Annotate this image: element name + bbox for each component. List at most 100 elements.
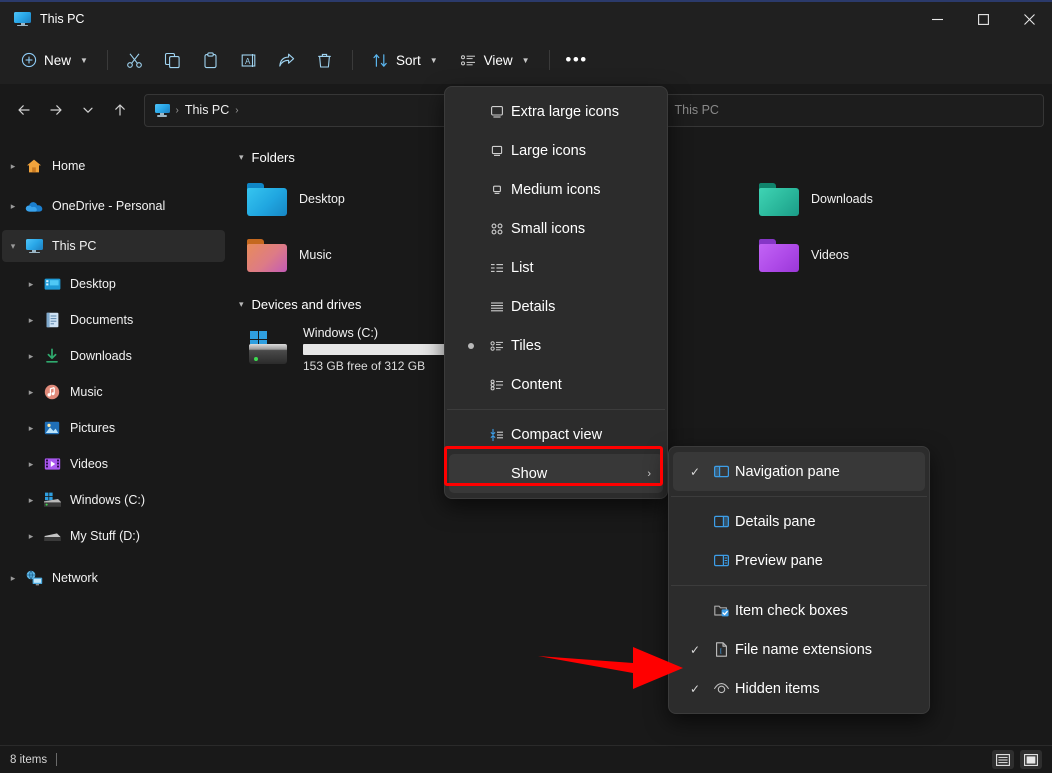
menu-item-tiles[interactable]: Tiles bbox=[449, 326, 663, 365]
status-bar-right bbox=[992, 750, 1042, 769]
chevron-right-icon[interactable]: ▸ bbox=[20, 531, 42, 542]
title-bar-left: This PC bbox=[0, 12, 84, 27]
breadcrumb-separator-2[interactable]: › bbox=[235, 105, 238, 116]
sidebar-item-videos[interactable]: ▸ Videos bbox=[2, 448, 225, 480]
drive-icon bbox=[42, 530, 62, 543]
rename-button[interactable]: A bbox=[230, 44, 268, 76]
svg-text:A: A bbox=[245, 56, 251, 65]
forward-button[interactable] bbox=[40, 94, 72, 126]
menu-separator bbox=[447, 409, 665, 410]
show-submenu[interactable]: ✓ Navigation pane Details pane Preview p… bbox=[668, 446, 930, 714]
window-controls bbox=[914, 2, 1052, 36]
chevron-right-icon[interactable]: ▸ bbox=[2, 161, 24, 172]
large-icons-icon bbox=[483, 143, 511, 159]
command-bar: New ▼ A bbox=[0, 36, 1052, 84]
menu-item-label: Hidden items bbox=[735, 681, 915, 697]
menu-item-details-pane[interactable]: Details pane bbox=[673, 502, 925, 541]
minimize-button[interactable] bbox=[914, 2, 960, 36]
navigation-pane-icon bbox=[707, 463, 735, 480]
chevron-down-icon[interactable]: ▾ bbox=[239, 152, 244, 163]
chevron-right-icon[interactable]: ▸ bbox=[20, 459, 42, 470]
menu-item-extra-large-icons[interactable]: Extra large icons bbox=[449, 92, 663, 131]
menu-item-show[interactable]: Show › bbox=[449, 454, 663, 493]
chevron-right-icon[interactable]: ▸ bbox=[20, 351, 42, 362]
menu-item-label: Extra large icons bbox=[511, 104, 653, 120]
status-bar-left: 8 items bbox=[10, 753, 57, 766]
menu-item-small-icons[interactable]: Small icons bbox=[449, 209, 663, 248]
chevron-right-icon[interactable]: ▸ bbox=[2, 573, 24, 584]
pictures-icon bbox=[42, 421, 62, 435]
share-button[interactable] bbox=[268, 44, 306, 76]
network-icon bbox=[24, 570, 44, 586]
breadcrumb-separator: › bbox=[176, 105, 179, 116]
recent-locations-button[interactable] bbox=[72, 94, 104, 126]
chevron-down-icon[interactable]: ▾ bbox=[2, 241, 24, 252]
delete-button[interactable] bbox=[306, 44, 344, 76]
sidebar-item-downloads[interactable]: ▸ Downloads bbox=[2, 340, 225, 372]
window-title: This PC bbox=[40, 12, 84, 26]
view-dropdown-menu[interactable]: Extra large icons Large icons Medium ico… bbox=[444, 86, 668, 499]
videos-icon bbox=[42, 457, 62, 471]
search-input[interactable]: This PC bbox=[675, 103, 719, 117]
menu-item-hidden-items[interactable]: ✓ Hidden items bbox=[673, 669, 925, 708]
chevron-right-icon[interactable]: ▸ bbox=[20, 279, 42, 290]
chevron-right-icon[interactable]: ▸ bbox=[20, 423, 42, 434]
tile-item[interactable]: Downloads bbox=[753, 171, 1011, 227]
view-button[interactable]: View ▼ bbox=[449, 44, 541, 76]
sort-button[interactable]: Sort ▼ bbox=[361, 44, 449, 76]
chevron-right-icon[interactable]: ▸ bbox=[20, 315, 42, 326]
extra-large-icons-icon bbox=[483, 104, 511, 120]
menu-item-large-icons[interactable]: Large icons bbox=[449, 131, 663, 170]
paste-button[interactable] bbox=[192, 44, 230, 76]
search-box[interactable]: This PC bbox=[664, 94, 1045, 127]
menu-item-compact-view[interactable]: Compact view bbox=[449, 415, 663, 454]
chevron-down-icon[interactable]: ▾ bbox=[239, 299, 244, 310]
sidebar-item-documents[interactable]: ▸ Documents bbox=[2, 304, 225, 336]
rename-icon: A bbox=[240, 52, 257, 69]
content-icon bbox=[483, 377, 511, 393]
up-button[interactable] bbox=[104, 94, 136, 126]
windows-drive-icon bbox=[247, 331, 291, 367]
menu-item-preview-pane[interactable]: Preview pane bbox=[673, 541, 925, 580]
desktop-folder-icon bbox=[42, 277, 62, 291]
sidebar-item-pictures[interactable]: ▸ Pictures bbox=[2, 412, 225, 444]
menu-item-navigation-pane[interactable]: ✓ Navigation pane bbox=[673, 452, 925, 491]
menu-item-details[interactable]: Details bbox=[449, 287, 663, 326]
cut-button[interactable] bbox=[116, 44, 154, 76]
chevron-right-icon[interactable]: ▸ bbox=[20, 495, 42, 506]
close-button[interactable] bbox=[1006, 2, 1052, 36]
menu-item-medium-icons[interactable]: Medium icons bbox=[449, 170, 663, 209]
music-note-icon bbox=[42, 384, 62, 400]
menu-item-label: List bbox=[511, 260, 653, 276]
tile-item[interactable]: Videos bbox=[753, 227, 1011, 283]
navigation-pane[interactable]: ▸ Home ▸ OneDrive - Personal ▾ This PC ▸ bbox=[0, 140, 227, 745]
chevron-right-icon[interactable]: ▸ bbox=[2, 201, 24, 212]
sidebar-item-desktop[interactable]: ▸ Desktop bbox=[2, 268, 225, 300]
menu-item-label: Tiles bbox=[511, 338, 653, 354]
sidebar-item-home[interactable]: ▸ Home bbox=[2, 150, 225, 182]
copy-button[interactable] bbox=[154, 44, 192, 76]
breadcrumb-item-this-pc[interactable]: This PC bbox=[185, 103, 229, 117]
file-name-extensions-icon: I bbox=[707, 641, 735, 658]
sidebar-item-windows-c[interactable]: ▸ Windows (C:) bbox=[2, 484, 225, 516]
menu-item-file-name-extensions[interactable]: ✓ I File name extensions bbox=[673, 630, 925, 669]
sidebar-item-my-stuff-d[interactable]: ▸ My Stuff (D:) bbox=[2, 520, 225, 552]
large-icons-view-button[interactable] bbox=[1020, 750, 1042, 769]
see-more-button[interactable]: ••• bbox=[558, 44, 596, 76]
menu-item-list[interactable]: List bbox=[449, 248, 663, 287]
sidebar-item-onedrive[interactable]: ▸ OneDrive - Personal bbox=[2, 190, 225, 222]
new-button[interactable]: New ▼ bbox=[10, 44, 99, 76]
sidebar-item-music[interactable]: ▸ Music bbox=[2, 376, 225, 408]
back-button[interactable] bbox=[8, 94, 40, 126]
maximize-button[interactable] bbox=[960, 2, 1006, 36]
chevron-right-icon[interactable]: ▸ bbox=[20, 387, 42, 398]
sidebar-item-label: Documents bbox=[70, 313, 133, 327]
sidebar-item-network[interactable]: ▸ Network bbox=[2, 562, 225, 594]
scissors-icon bbox=[126, 52, 143, 69]
menu-item-content[interactable]: Content bbox=[449, 365, 663, 404]
monitor-icon bbox=[155, 104, 170, 117]
details-view-button[interactable] bbox=[992, 750, 1014, 769]
menu-item-item-check-boxes[interactable]: Item check boxes bbox=[673, 591, 925, 630]
status-bar: 8 items bbox=[0, 745, 1052, 773]
sidebar-item-this-pc[interactable]: ▾ This PC bbox=[2, 230, 225, 262]
